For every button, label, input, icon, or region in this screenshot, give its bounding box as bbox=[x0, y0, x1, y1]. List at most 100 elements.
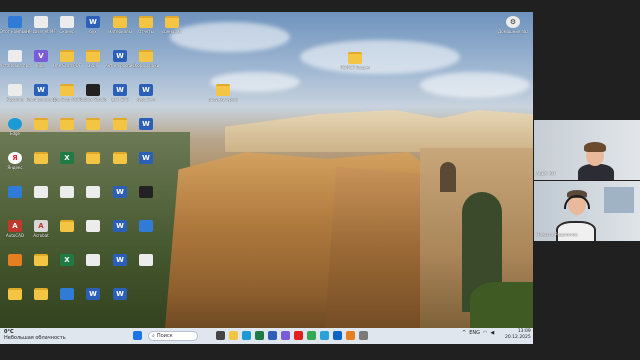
pdf-icon: A bbox=[34, 220, 48, 232]
desktop[interactable]: Этот компьютерHP LaserJet MFP M125Сканер… bbox=[0, 12, 533, 328]
word-icon: W bbox=[113, 50, 127, 62]
cloud bbox=[420, 72, 530, 98]
excel-icon[interactable] bbox=[255, 331, 264, 340]
desktop-icon-label: Сканер bbox=[59, 29, 75, 34]
volume-icon[interactable]: ◀ bbox=[490, 330, 494, 336]
task-view-icon[interactable] bbox=[216, 331, 225, 340]
desktop-icon[interactable] bbox=[131, 254, 161, 280]
desktop-icon[interactable]: W bbox=[131, 152, 161, 178]
desktop-icon[interactable]: W bbox=[105, 288, 135, 314]
desktop-icon[interactable]: W bbox=[131, 118, 161, 144]
desktop-icon-label: Корзина bbox=[6, 97, 24, 102]
desktop-icon[interactable]: ⚙ Домашние задания bbox=[498, 16, 528, 42]
desktop-icon[interactable]: Wбух bbox=[78, 16, 108, 42]
cloud bbox=[300, 40, 460, 74]
yandex-icon[interactable] bbox=[294, 331, 303, 340]
search-icon: ⌕ bbox=[152, 333, 155, 339]
desktop-icon[interactable]: Roblox Studio bbox=[78, 84, 108, 110]
excel-icon: X bbox=[60, 254, 74, 266]
desktop-icon-label: Roblox Studio bbox=[79, 97, 107, 102]
app-icon bbox=[60, 288, 74, 300]
word-icon: W bbox=[113, 84, 127, 96]
taskbar-search[interactable]: ⌕ Поиск bbox=[148, 331, 198, 341]
desktop-icon[interactable]: сценарии bbox=[157, 16, 187, 42]
word-icon: W bbox=[113, 288, 127, 300]
taskbar bbox=[0, 328, 533, 344]
clock[interactable]: 13:09 20.12.2025 bbox=[505, 329, 531, 341]
telegram-icon[interactable] bbox=[320, 331, 329, 340]
desktop-icon-label: Д.З. ЕГЭ bbox=[111, 97, 129, 102]
word-icon[interactable] bbox=[268, 331, 277, 340]
document-icon bbox=[86, 220, 100, 232]
word-icon: W bbox=[139, 152, 153, 164]
desktop-icon[interactable] bbox=[78, 186, 108, 212]
excel-icon: X bbox=[60, 152, 74, 164]
chevron-up-icon[interactable]: ^ bbox=[462, 330, 466, 336]
folder-icon bbox=[86, 118, 100, 130]
explorer-icon[interactable] bbox=[229, 331, 238, 340]
app-icon[interactable] bbox=[359, 331, 368, 340]
desktop-icon-label: Edge bbox=[9, 131, 21, 136]
word-icon: W bbox=[86, 288, 100, 300]
word-icon: W bbox=[139, 84, 153, 96]
weather-desc: Небольшая облачность bbox=[4, 335, 66, 341]
word-icon: W bbox=[113, 186, 127, 198]
autocad-icon: A bbox=[8, 220, 22, 232]
start-icon[interactable] bbox=[133, 331, 142, 340]
app-icon bbox=[8, 186, 22, 198]
computer-icon bbox=[8, 16, 22, 28]
document-icon bbox=[34, 186, 48, 198]
folder-icon bbox=[60, 220, 74, 232]
installer-icon bbox=[8, 50, 22, 62]
folder-icon bbox=[60, 50, 74, 62]
desktop-icon[interactable] bbox=[78, 118, 108, 144]
folder-icon bbox=[348, 52, 362, 64]
edge-icon[interactable] bbox=[242, 331, 251, 340]
desktop-icon[interactable] bbox=[78, 152, 108, 178]
wifi-icon[interactable]: ◠ bbox=[483, 330, 487, 336]
desktop-icon[interactable]: ПОИСК Бюджет 2025 bbox=[340, 52, 370, 78]
desktop-icon-label: Acrobat bbox=[33, 233, 49, 238]
participant-body bbox=[578, 164, 614, 180]
roblox-icon bbox=[86, 84, 100, 96]
folder-icon bbox=[139, 16, 153, 28]
document-icon bbox=[60, 186, 74, 198]
system-tray[interactable]: ^ ENG ◠ ◀ bbox=[462, 330, 494, 336]
desktop-icon[interactable]: рисунки уроки bbox=[208, 84, 238, 110]
wallpaper-town bbox=[225, 110, 533, 152]
viber-icon[interactable] bbox=[281, 331, 290, 340]
folder-icon bbox=[34, 288, 48, 300]
wallpaper-arch bbox=[440, 162, 456, 192]
desktop-icon[interactable]: 3,5,6 bbox=[78, 50, 108, 76]
participant-body bbox=[556, 221, 596, 241]
desktop-icon-label: сценарии bbox=[161, 29, 183, 34]
wallpaper-vegetation bbox=[470, 282, 533, 328]
desktop-icon[interactable] bbox=[78, 254, 108, 280]
scanner-icon bbox=[60, 16, 74, 28]
mail-icon[interactable] bbox=[333, 331, 342, 340]
viber-icon: V bbox=[34, 50, 48, 62]
desktop-icon[interactable]: W bbox=[78, 288, 108, 314]
desktop-icon[interactable]: Wкурс 5 кл bbox=[131, 84, 161, 110]
app-icon[interactable] bbox=[346, 331, 355, 340]
edge-icon bbox=[8, 118, 22, 130]
recycle-bin-icon bbox=[8, 84, 22, 96]
language-indicator[interactable]: ENG bbox=[469, 330, 480, 336]
printer-icon bbox=[34, 16, 48, 28]
folder-icon bbox=[113, 152, 127, 164]
desktop-icon-label: Viber bbox=[35, 63, 47, 68]
desktop-icon[interactable] bbox=[131, 186, 161, 212]
participant-name: Никита Родионов bbox=[536, 233, 578, 238]
desktop-icon[interactable] bbox=[78, 220, 108, 246]
desktop-icon-label: Яндекс bbox=[7, 165, 23, 170]
desktop-icon[interactable]: сборы уроки bbox=[131, 50, 161, 76]
participant-tile[interactable]: Никита Родионов bbox=[534, 181, 640, 241]
folder-icon bbox=[86, 50, 100, 62]
weather-widget[interactable]: 0°C Небольшая облачность bbox=[4, 329, 66, 341]
word-icon: W bbox=[113, 254, 127, 266]
desktop-icon[interactable] bbox=[131, 220, 161, 246]
participant-tile[interactable]: ALEX KH bbox=[534, 120, 640, 180]
folder-icon bbox=[139, 50, 153, 62]
chrome-icon[interactable] bbox=[307, 331, 316, 340]
folder-icon bbox=[86, 152, 100, 164]
